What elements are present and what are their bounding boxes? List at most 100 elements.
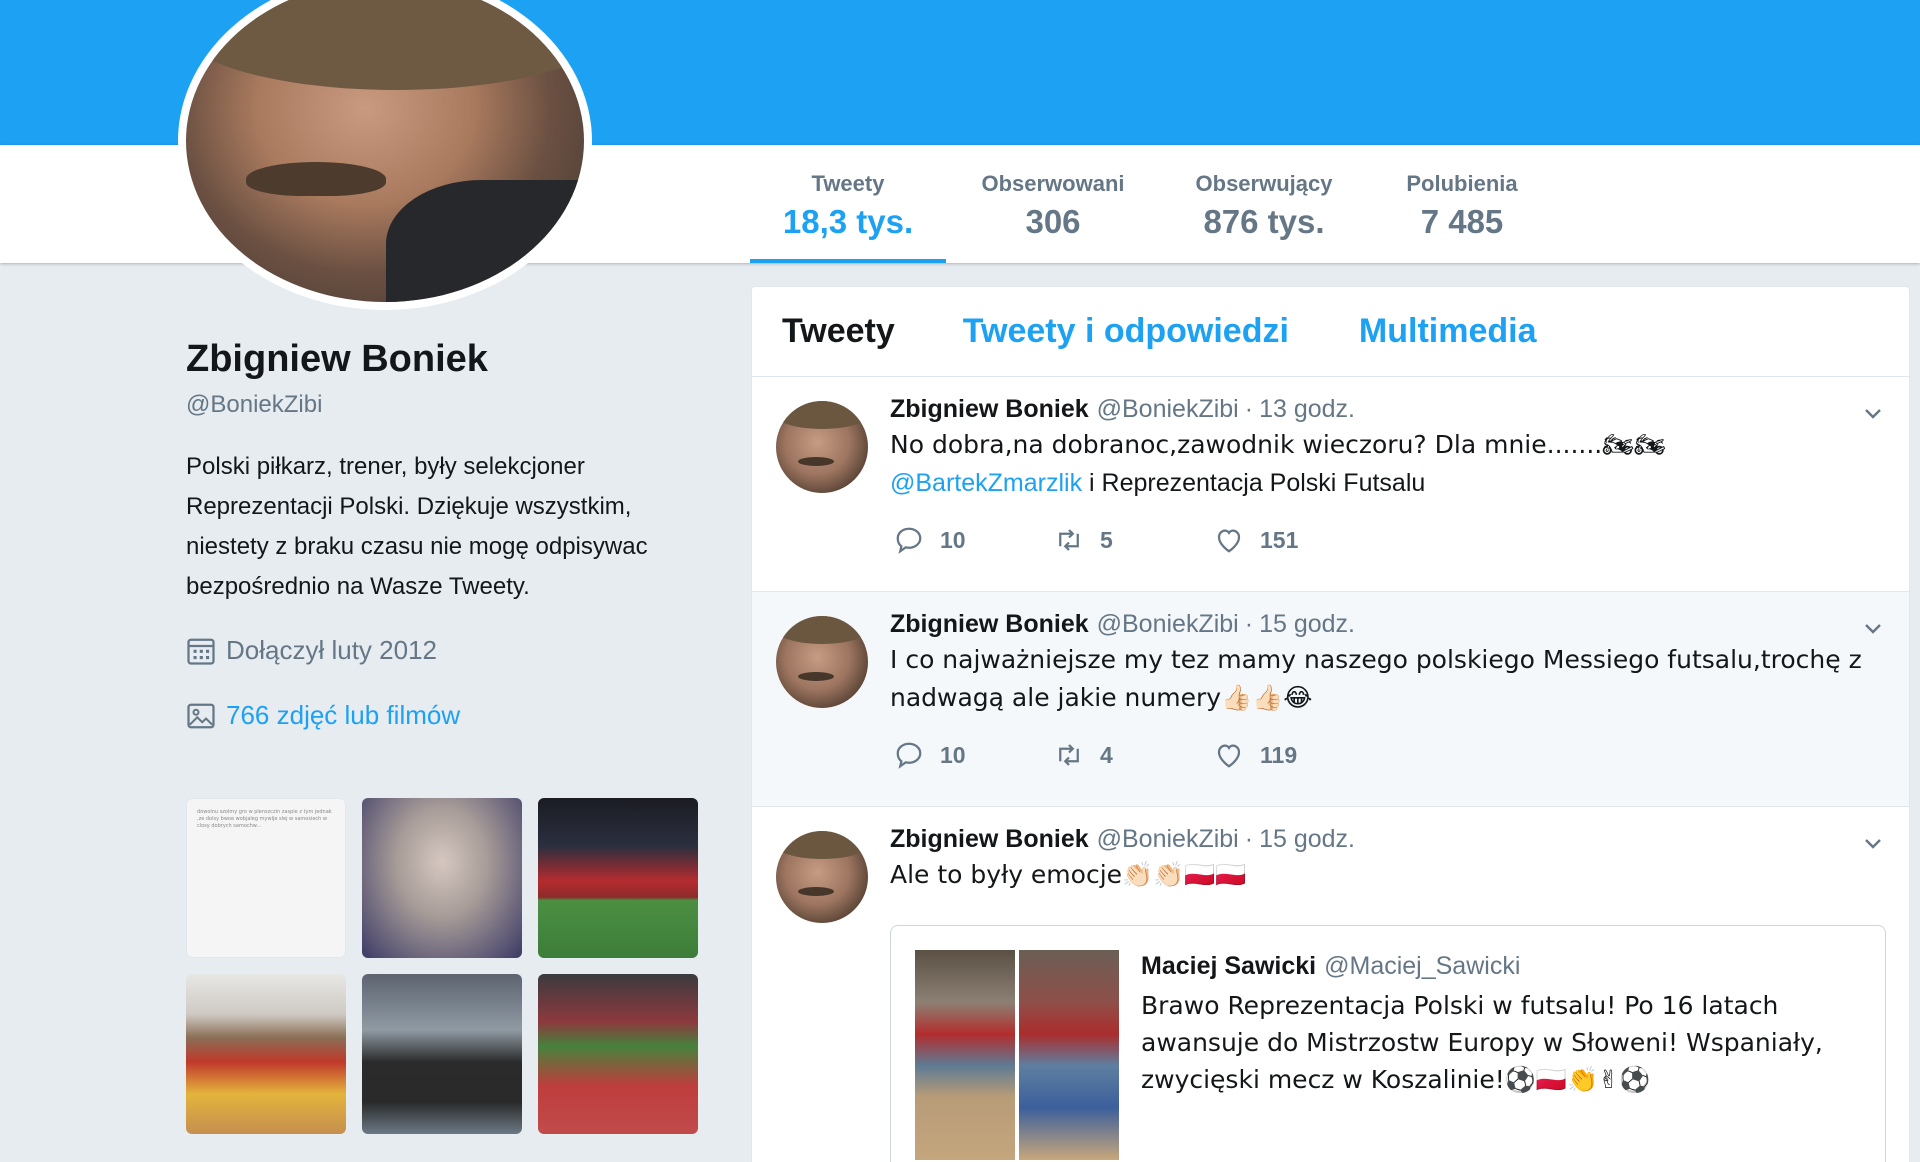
- media-thumbnail[interactable]: dowolnu szolmy gro w plenszczin zaspie z…: [186, 798, 346, 958]
- tab-tweets[interactable]: Tweety: [782, 312, 895, 351]
- tweet[interactable]: Zbigniew Boniek @BoniekZibi · 15 godz. I…: [752, 592, 1909, 807]
- profile-name[interactable]: Zbigniew Boniek: [186, 338, 706, 381]
- tweet-text: Ale to były emocje👏🏻👏🏻🇵🇱🇵🇱: [890, 860, 1247, 889]
- reply-count: 10: [940, 741, 966, 768]
- avatar-mustache: [798, 672, 834, 681]
- retweet-count: 5: [1100, 526, 1113, 553]
- stat-label: Tweety: [811, 171, 885, 196]
- tweet-author-name[interactable]: Zbigniew Boniek: [890, 825, 1089, 854]
- profile-avatar[interactable]: [178, 0, 592, 310]
- avatar-mustache: [246, 162, 386, 196]
- tweet-separator: ·: [1244, 825, 1254, 853]
- profile-handle[interactable]: @BoniekZibi: [186, 391, 706, 419]
- calendar-icon: [187, 638, 215, 665]
- reply-count: 10: [940, 526, 966, 553]
- media-link[interactable]: 766 zdjęć lub filmów: [226, 700, 460, 731]
- tweet-author-handle[interactable]: @BoniekZibi: [1097, 610, 1239, 639]
- tab-tweets-and-replies[interactable]: Tweety i odpowiedzi: [963, 312, 1289, 351]
- avatar-hair: [776, 401, 868, 429]
- stat-followers[interactable]: Obserwujący 876 tys.: [1160, 145, 1368, 263]
- profile-bio: Polski piłkarz, trener, były selekcjoner…: [186, 453, 648, 600]
- retweet-count: 4: [1100, 741, 1113, 768]
- like-count: 119: [1260, 741, 1298, 768]
- tweet-actions: 10 4 119: [894, 740, 1374, 770]
- quoted-author-name: Maciej Sawicki: [1141, 952, 1317, 980]
- tweet-text: No dobra,na dobranoc,zawodnik wieczoru? …: [890, 426, 1869, 502]
- like-count: 151: [1260, 526, 1299, 553]
- retweet-button[interactable]: 4: [1054, 740, 1214, 770]
- tweet-mention[interactable]: @BartekZmarzlik: [890, 469, 1082, 497]
- like-button[interactable]: 151: [1214, 525, 1374, 555]
- reply-icon: [896, 527, 922, 554]
- media-thumbnail[interactable]: [362, 974, 522, 1134]
- like-icon: [1217, 529, 1241, 553]
- stat-value: 876 tys.: [1203, 203, 1325, 240]
- tweet-time[interactable]: 15 godz.: [1259, 825, 1355, 854]
- tweet-time[interactable]: 15 godz.: [1259, 610, 1355, 639]
- profile-stats: Tweety 18,3 tys. Obserwowani 306 Obserwu…: [750, 145, 1556, 263]
- tweet-header: Zbigniew Boniek @BoniekZibi · 15 godz.: [890, 610, 1869, 639]
- chevron-down-icon[interactable]: [1861, 831, 1885, 855]
- retweet-icon: [1059, 529, 1079, 551]
- tab-media[interactable]: Multimedia: [1359, 312, 1537, 351]
- tweet-actions: 10 5 151: [894, 525, 1374, 555]
- like-icon: [1217, 744, 1241, 768]
- stat-likes[interactable]: Polubienia 7 485: [1368, 145, 1556, 263]
- tweet-body: Zbigniew Boniek @BoniekZibi · 13 godz. N…: [890, 395, 1869, 502]
- tweet-avatar[interactable]: [776, 831, 868, 923]
- avatar-mustache: [798, 457, 834, 466]
- reply-button[interactable]: 10: [894, 740, 1054, 770]
- tweet-header: Zbigniew Boniek @BoniekZibi · 13 godz.: [890, 395, 1869, 424]
- joined-date: Dołączył luty 2012: [226, 635, 437, 665]
- tweet-body: Zbigniew Boniek @BoniekZibi · 15 godz. A…: [890, 825, 1869, 894]
- quoted-tweet-header: Maciej Sawicki @Maciej_Sawicki: [1141, 952, 1865, 981]
- avatar-hair: [776, 831, 868, 859]
- stat-value: 18,3 tys.: [782, 203, 914, 240]
- profile-card: Zbigniew Boniek @BoniekZibi Polski piłka…: [186, 338, 706, 731]
- avatar-mustache: [798, 887, 834, 896]
- stat-label: Obserwowani: [981, 171, 1125, 196]
- stat-label: Obserwujący: [1195, 171, 1333, 196]
- tweet-text-line: i Reprezentacja Polski Futsalu: [1082, 469, 1426, 497]
- media-thumbnail[interactable]: [186, 974, 346, 1134]
- timeline-tabs: Tweety Tweety i odpowiedzi Multimedia: [752, 287, 1909, 377]
- quoted-tweet[interactable]: Maciej Sawicki @Maciej_Sawicki Brawo Rep…: [890, 925, 1886, 1162]
- media-thumbnail[interactable]: [362, 798, 522, 958]
- reply-button[interactable]: 10: [894, 525, 1054, 555]
- like-button[interactable]: 119: [1214, 740, 1374, 770]
- chevron-down-icon[interactable]: [1861, 616, 1885, 640]
- quoted-tweet-text: Brawo Reprezentacja Polski w futsalu! Po…: [1141, 991, 1823, 1094]
- quoted-author-handle: @Maciej_Sawicki: [1324, 952, 1521, 980]
- stat-value: 7 485: [1420, 203, 1504, 240]
- stat-value: 306: [1025, 203, 1081, 240]
- media-thumbnail[interactable]: [538, 974, 698, 1134]
- tweet-author-name[interactable]: Zbigniew Boniek: [890, 610, 1089, 639]
- stat-following[interactable]: Obserwowani 306: [946, 145, 1160, 263]
- tweet[interactable]: Zbigniew Boniek @BoniekZibi · 13 godz. N…: [752, 377, 1909, 592]
- tweet-avatar[interactable]: [776, 401, 868, 493]
- tweet-text: I co najważniejsze my tez mamy naszego p…: [890, 645, 1862, 712]
- quoted-tweet-image[interactable]: [915, 950, 1015, 1160]
- quoted-tweet-image[interactable]: [1019, 950, 1119, 1160]
- tweet-text-line: No dobra,na dobranoc,zawodnik wieczoru? …: [890, 430, 1666, 459]
- media-thumbnail[interactable]: [538, 798, 698, 958]
- stat-tweets[interactable]: Tweety 18,3 tys.: [750, 145, 946, 263]
- tweet-time[interactable]: 13 godz.: [1259, 395, 1355, 424]
- chevron-down-icon[interactable]: [1861, 401, 1885, 425]
- tweet[interactable]: Zbigniew Boniek @BoniekZibi · 15 godz. A…: [752, 807, 1909, 1162]
- retweet-button[interactable]: 5: [1054, 525, 1214, 555]
- tweet-author-name[interactable]: Zbigniew Boniek: [890, 395, 1089, 424]
- tweet-header: Zbigniew Boniek @BoniekZibi · 15 godz.: [890, 825, 1869, 854]
- reply-icon: [896, 742, 922, 769]
- avatar-shoulder: [386, 180, 584, 302]
- avatar-hair: [186, 0, 584, 90]
- profile-media-row[interactable]: 766 zdjęć lub filmów: [186, 700, 706, 731]
- thumbnail-text: dowolnu szolmy gro w plenszczin zaspie z…: [197, 809, 332, 829]
- tweet-author-handle[interactable]: @BoniekZibi: [1097, 825, 1239, 854]
- media-grid: dowolnu szolmy gro w plenszczin zaspie z…: [186, 798, 698, 1134]
- tweet-separator: ·: [1244, 395, 1254, 423]
- tweet-avatar[interactable]: [776, 616, 868, 708]
- stat-label: Polubienia: [1406, 171, 1518, 196]
- tweet-author-handle[interactable]: @BoniekZibi: [1097, 395, 1239, 424]
- retweet-icon: [1059, 744, 1079, 766]
